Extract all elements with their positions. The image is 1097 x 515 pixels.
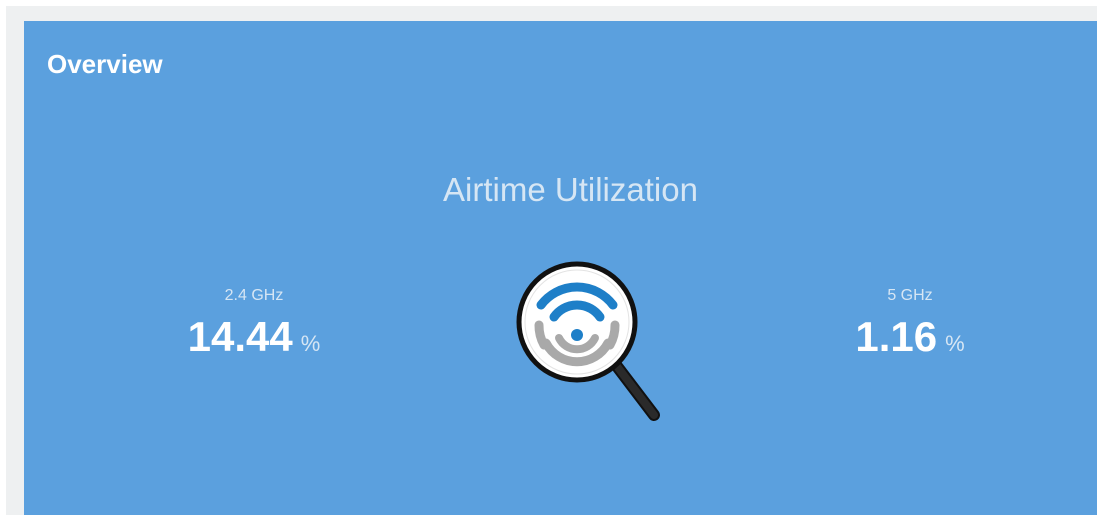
metric-value: 1.16 — [855, 313, 938, 360]
metric-label: 2.4 GHz — [224, 287, 284, 304]
metric-unit: % — [300, 331, 321, 356]
metric-unit: % — [945, 331, 965, 356]
wifi-magnifier-icon — [516, 261, 660, 421]
metric-value: 14.44 — [187, 313, 293, 360]
panel-title: Overview — [47, 49, 163, 79]
overview-panel: Overview Airtime Utilization 2.4 GHz 14.… — [24, 21, 1097, 515]
metric-5ghz: 5 GHz 1.16 % — [810, 287, 1010, 361]
dashboard-background: Overview Airtime Utilization 2.4 GHz 14.… — [6, 6, 1097, 515]
metric-label: 5 GHz — [887, 287, 933, 304]
airtime-utilization-title: Airtime Utilization — [443, 171, 698, 208]
metric-2-4ghz: 2.4 GHz 14.44 % — [154, 287, 354, 361]
